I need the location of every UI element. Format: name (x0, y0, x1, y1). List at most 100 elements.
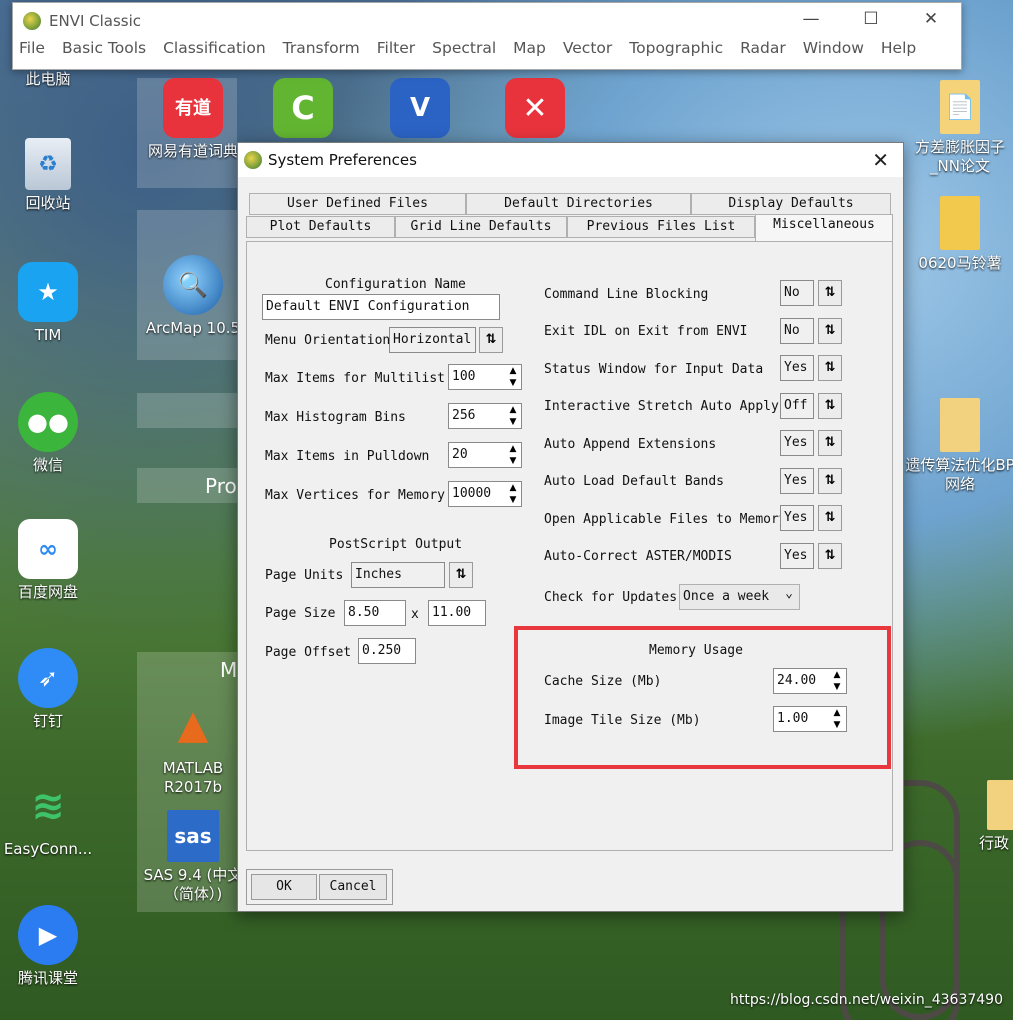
desktop-icon-vif-paper[interactable]: 📄 方差膨胀因子_NN论文 (905, 80, 1013, 176)
folder-icon (940, 196, 980, 250)
dialog-title: System Preferences (268, 151, 417, 169)
desktop-icon-camtasia[interactable]: C (248, 78, 358, 138)
page-units-toggle[interactable]: ⇅ (449, 562, 473, 588)
camtasia-icon: C (273, 78, 333, 138)
auto-correct-aster-label: Auto-Correct ASTER/MODIS (544, 549, 732, 564)
menu-radar[interactable]: Radar (740, 39, 786, 57)
check-updates-dropdown[interactable]: Once a week ⌄ (679, 584, 800, 610)
minimize-button[interactable]: — (781, 9, 841, 29)
desktop-icon-baidu-netdisk[interactable]: ∞ 百度网盘 (0, 519, 103, 602)
menu-basic-tools[interactable]: Basic Tools (62, 39, 146, 57)
visio-icon: V (390, 78, 450, 138)
exit-idl-toggle[interactable]: ⇅ (818, 318, 842, 344)
menu-help[interactable]: Help (881, 39, 916, 57)
menu-orientation-toggle[interactable]: ⇅ (479, 327, 503, 353)
command-line-blocking-toggle[interactable]: ⇅ (818, 280, 842, 306)
close-button[interactable]: ✕ (901, 9, 961, 29)
wechat-icon: ●● (18, 392, 78, 452)
check-updates-value: Once a week (683, 589, 770, 604)
tab-previous-files-list[interactable]: Previous Files List (567, 216, 755, 238)
baidu-cloud-icon: ∞ (18, 519, 78, 579)
max-histogram-spinner[interactable]: ▲ ▼ (505, 404, 521, 430)
desktop-icon-label: 此电脑 (25, 70, 71, 88)
desktop-icon-dingtalk[interactable]: ➶ 钉钉 (0, 648, 103, 731)
menu-window[interactable]: Window (803, 39, 864, 57)
command-line-blocking-value: No (780, 280, 814, 306)
max-vertices-spinner[interactable]: ▲ ▼ (505, 482, 521, 508)
page-width-field[interactable]: 8.50 (344, 600, 406, 626)
menu-file[interactable]: File (19, 39, 45, 57)
desktop-icon-easyconnect[interactable]: ≋ EasyConn... (0, 776, 103, 859)
menu-map[interactable]: Map (513, 39, 546, 57)
auto-correct-aster-toggle[interactable]: ⇅ (818, 543, 842, 569)
tab-grid-line-defaults[interactable]: Grid Line Defaults (395, 216, 567, 238)
open-files-memory-label: Open Applicable Files to Memory (544, 512, 787, 527)
menu-filter[interactable]: Filter (377, 39, 415, 57)
open-files-memory-toggle[interactable]: ⇅ (818, 505, 842, 531)
ok-button[interactable]: OK (251, 874, 317, 900)
desktop-icon-ga-bp-folder[interactable]: 遗传算法优化BP网络 (905, 398, 1013, 494)
easyconnect-icon: ≋ (31, 782, 65, 829)
auto-append-toggle[interactable]: ⇅ (818, 430, 842, 456)
memory-usage-highlight-box (514, 626, 891, 769)
auto-append-label: Auto Append Extensions (544, 437, 717, 452)
page-size-x-label: x (411, 607, 419, 622)
desktop-icon-youdao[interactable]: 有道 网易有道词典 (138, 78, 248, 161)
postscript-output-label: PostScript Output (329, 537, 463, 552)
page-height-field[interactable]: 11.00 (428, 600, 486, 626)
status-window-toggle[interactable]: ⇅ (818, 355, 842, 381)
spin-down-icon: ▼ (509, 378, 517, 388)
interactive-stretch-toggle[interactable]: ⇅ (818, 393, 842, 419)
desktop-icon-potato-folder[interactable]: 0620马铃薯 (905, 196, 1013, 273)
page-units-label: Page Units (265, 568, 344, 583)
tab-display-defaults[interactable]: Display Defaults (691, 193, 891, 215)
max-multilist-label: Max Items for Multilist (265, 371, 446, 386)
open-files-memory-value: Yes (780, 505, 814, 531)
desktop-icon-tencent-classroom[interactable]: ▶ 腾讯课堂 (0, 905, 103, 988)
desktop-icon-wechat[interactable]: ●● 微信 (0, 392, 103, 475)
desktop-icon-label: 行政 (978, 834, 1009, 852)
desktop-icon-recycle-bin[interactable]: ♻ 回收站 (0, 138, 103, 213)
envi-main-window: ENVI Classic — ☐ ✕ File Basic Tools Clas… (12, 2, 962, 70)
desktop-icon-xmind[interactable]: ✕ (480, 78, 590, 138)
maximize-button[interactable]: ☐ (841, 9, 901, 29)
dialog-close-button[interactable]: ✕ (872, 148, 889, 172)
menu-vector[interactable]: Vector (563, 39, 612, 57)
tim-star-icon: ★ (18, 262, 78, 322)
cancel-button[interactable]: Cancel (319, 874, 387, 900)
tile-text-pro: Pro (205, 474, 237, 498)
menu-transform[interactable]: Transform (283, 39, 360, 57)
youdao-icon: 有道 (163, 78, 223, 138)
desktop-icon-admin-folder[interactable]: 行政 (945, 780, 1013, 853)
desktop-icon-this-pc[interactable]: 此电脑 (0, 70, 103, 89)
max-pulldown-spinner[interactable]: ▲ ▼ (505, 443, 521, 469)
spin-down-icon: ▼ (509, 456, 517, 466)
max-multilist-spinner[interactable]: ▲ ▼ (505, 365, 521, 391)
auto-append-value: Yes (780, 430, 814, 456)
desktop-icon-matlab[interactable]: ▲ MATLAB R2017b (138, 695, 248, 797)
desktop-icon-sas[interactable]: sas SAS 9.4 (中文（简体）) (138, 810, 248, 904)
auto-load-bands-label: Auto Load Default Bands (544, 474, 725, 489)
desktop-icon-arcmap[interactable]: 🔍 ArcMap 10.5 (138, 255, 248, 338)
tab-miscellaneous[interactable]: Miscellaneous (755, 214, 893, 242)
recycle-bin-icon: ♻ (25, 138, 71, 190)
desktop-icon-tim[interactable]: ★ TIM (0, 262, 103, 345)
tile-text-m: M (220, 658, 238, 682)
configuration-name-field[interactable]: Default ENVI Configuration (262, 294, 500, 320)
desktop-icon-visio[interactable]: V (365, 78, 475, 138)
spin-up-icon: ▲ (509, 444, 517, 454)
tab-default-directories[interactable]: Default Directories (466, 193, 691, 215)
page-offset-field[interactable]: 0.250 (358, 638, 416, 664)
menu-spectral[interactable]: Spectral (432, 39, 496, 57)
dingtalk-wing-icon: ➶ (18, 648, 78, 708)
auto-load-bands-toggle[interactable]: ⇅ (818, 468, 842, 494)
auto-correct-aster-value: Yes (780, 543, 814, 569)
start-tile (137, 393, 237, 428)
menu-topographic[interactable]: Topographic (629, 39, 723, 57)
envi-title: ENVI Classic (49, 12, 142, 30)
tab-user-defined-files[interactable]: User Defined Files (249, 193, 466, 215)
page-offset-label: Page Offset (265, 645, 352, 660)
menu-classification[interactable]: Classification (163, 39, 266, 57)
envi-logo-icon (244, 151, 262, 169)
tab-plot-defaults[interactable]: Plot Defaults (246, 216, 395, 238)
